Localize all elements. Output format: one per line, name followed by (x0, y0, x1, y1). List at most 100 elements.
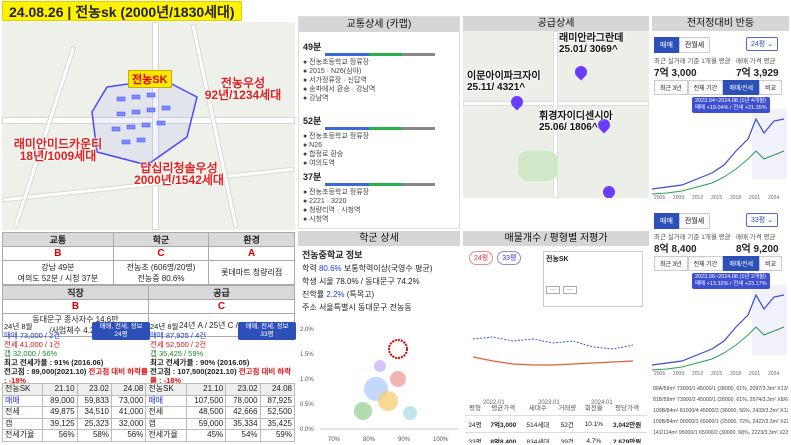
dashboard: 24.08.26 | 전농sk (2000년/1830세대) 전농SK 전농우성… (0, 0, 791, 445)
price-row-label: 전농SK (145, 383, 187, 396)
price-row-label: 전세 (145, 406, 187, 419)
range-tabs: 최근 3년 전체 기간 매매/전세 비교 (654, 256, 783, 271)
rebound-chart[interactable]: 2006 2009 2012 2015 2018 2021 2024 (652, 275, 789, 375)
school-address: 주소 서울특별시 동대문구 전농동 (302, 303, 412, 312)
range-tab[interactable]: 비교 (759, 80, 783, 95)
supply-pin[interactable] (572, 63, 590, 81)
route-step: ● 시청역 (303, 216, 329, 223)
supply-pin[interactable] (508, 93, 526, 111)
price-row: 매매 89,000 59,833 73,000 매매 107,500 78,000 87,92… (1, 394, 296, 407)
listing-cell: 8억8,400 (484, 432, 522, 443)
listing-chart[interactable]: 2022.01 2023.01 2024.01 (463, 309, 649, 409)
map-label-chungsol[interactable]: 답십리청솔우성 2000년/1542세대 (120, 162, 238, 186)
school-achievement: 학력 80.6% 보통학력이상(국영수 평균) (302, 262, 456, 275)
chip-33[interactable]: 33평 (497, 251, 522, 265)
listing-col-header: 평균가격 (484, 399, 522, 416)
price-cell: 35,425 (259, 417, 296, 430)
transaction-line: 80A/59m² 73000/1 45000/1 (28000, 61%, 20… (653, 386, 788, 392)
map-label-raemian[interactable]: 래미안미드카운티 18년/1009세대 (4, 138, 112, 162)
school-bubble[interactable] (403, 406, 417, 420)
year-tick: 2009 (673, 195, 684, 199)
rebound-chart[interactable]: 2006 2009 2012 2015 2018 2021 2024 (652, 99, 789, 199)
route-step: ● 청량리역 · 시청역 (303, 207, 361, 214)
grade-table: 교통 학군 환경 BCA 강남 49분 여의도 52분 / 시청 37분 전농초 (60… (2, 232, 295, 337)
price-cell: 59,833 (76, 394, 112, 407)
range-tab[interactable]: 매매/전세 (723, 256, 760, 271)
school-bubble[interactable] (354, 402, 372, 420)
price-row: 전세 49,875 34,510 41,000 전세 48,500 42,666 52,500 (1, 406, 296, 419)
rebound-header: 전저정대비 반등 (652, 16, 789, 31)
detail-line: 강남 49분 (41, 262, 75, 272)
listing-cell: 24평 (465, 415, 485, 433)
label-sub: 2000년/1542세대 (134, 173, 224, 187)
tab-rent[interactable]: 전월세 (678, 37, 711, 53)
price-row: 전농SK 21.10 23.02 24.08 전농SK 21.10 23.02 24.08 (1, 383, 296, 396)
pill-area: 33평 (260, 331, 274, 338)
legend-btn-1[interactable]: ··· (546, 286, 560, 294)
tab-sale[interactable]: 매매 (654, 213, 679, 229)
tab-rent[interactable]: 전월세 (678, 213, 711, 229)
supply-label-raemian[interactable]: 래미안라그란데 25.01/ 3069^ (559, 33, 623, 55)
grade-header-env: 환경 (208, 232, 295, 247)
transaction-line: 109B/84m² 90000/1 65000/1 (25000, 72%, 2… (653, 419, 788, 425)
chip-24[interactable]: 24평 (469, 251, 494, 265)
year-tick: 2018 (730, 195, 741, 199)
tab-sale[interactable]: 매매 (654, 37, 679, 53)
target-school-bubble[interactable] (388, 339, 408, 359)
transit-route[interactable]: 37분 ● 전농초등학교 정류장 ● 2221 · 3220 ● 청량리역 · 시청역… (303, 173, 457, 224)
area-select[interactable]: 33평 ⌄ (746, 213, 779, 227)
school-scatter[interactable]: 2.0% 1.5% 1.0% 0.5% 0.0% 70% 80% 90% 100… (298, 321, 460, 443)
stats-filter-button[interactable]: 매매, 전세, 정보 24평 (92, 322, 150, 340)
y-tick: 0.5% (300, 402, 314, 408)
range-tab[interactable]: 매매/전세 (723, 80, 760, 95)
range-tab[interactable]: 최근 3년 (654, 80, 688, 95)
map-label-woosung[interactable]: 전농우성 92년/1234세대 (198, 77, 288, 101)
listing-col-header: 거래량 (554, 399, 581, 416)
school-bubble[interactable] (390, 371, 406, 387)
school-students: 학생 시울 78.0% / 동대문구 74.2% (302, 277, 420, 286)
park-area (518, 151, 558, 181)
supply-map[interactable]: 래미안라그란데 25.01/ 3069^ 이문아이파크자이 25.11/ 4321^… (463, 31, 649, 198)
school-detail: 전농초 (606명/20명) 전농중 80.6% (112, 260, 210, 285)
school-bubble[interactable] (378, 391, 398, 411)
pill-area: 24평 (114, 331, 128, 338)
supply-label-hwigyeong[interactable]: 휘경자이디센시아 25.06/ 1806^ (539, 111, 613, 133)
location-map[interactable]: 전농SK 전농우성 92년/1234세대 래미안미드카운티 18년/1009세대… (2, 22, 295, 230)
transit-route[interactable]: 52분 ● 전농초등학교 정류장 ● N26 ● 합정로 환승 ● 여의도역 (303, 117, 457, 168)
school-bubble[interactable] (374, 360, 386, 372)
pill-text: 매매, 전세, 정보 (245, 323, 289, 330)
target-complex-label[interactable]: 전농SK (128, 70, 172, 88)
route-step: ● N26 (303, 142, 323, 149)
stats-peak-ratio: 최고 전세가율 : 91% (2016.06) (4, 358, 104, 367)
year-tick: 2018 (730, 371, 741, 375)
label-sub: 25.11/ 4321^ (467, 82, 526, 93)
range-tab[interactable]: 비교 (759, 256, 783, 271)
school-advance: 진학률 2.2% (특목고) (302, 288, 456, 301)
legend-btn-2[interactable]: ··· (563, 286, 577, 294)
grade-header-transit: 교통 (2, 232, 114, 247)
transit-route[interactable]: 49분 ● 전농초등학교 정류장 ● 2015 · N26(심야) ● 서가정류장 ·… (303, 43, 457, 103)
area-select[interactable]: 24평 ⌄ (746, 37, 779, 51)
route-time: 49분 (303, 42, 322, 52)
year-tick: 2006 (654, 195, 665, 199)
stats-peak: 전고점 : 89,000(2021.10) (4, 367, 87, 376)
transit-detail: 강남 49분 여의도 52분 / 시청 37분 (2, 260, 114, 285)
price-cell: 59,000 (185, 417, 227, 430)
x-tick: 80% (363, 437, 376, 443)
supply-header: 공급상세 (463, 16, 649, 31)
range-tab[interactable]: 전체 기간 (687, 256, 724, 271)
range-tab[interactable]: 전체 기간 (687, 80, 724, 95)
stats-filter-button[interactable]: 매매, 전세, 정보 33평 (238, 322, 296, 340)
supply-label-imun[interactable]: 이문아이파크자이 25.11/ 4321^ (467, 71, 541, 93)
supply-pin[interactable] (600, 183, 618, 198)
range-tab[interactable]: 최근 3년 (654, 256, 688, 271)
route-bar (325, 53, 435, 56)
transaction-line: 141/114m² 95000/1 65000/2 (30000, 68%, 2… (653, 430, 788, 436)
route-step: ● 2221 · 3220 (303, 198, 347, 205)
listing-panel: 매물개수 / 평형별 저평가 24평 33평 전농SK ··· ··· 2022… (463, 231, 649, 443)
price-cell: 42,666 (225, 406, 261, 419)
x-tick: 70% (328, 437, 341, 443)
grade-header-job: 직장 (2, 285, 149, 300)
listing-table: 평형 평균가격 세대수 거래량 회전율 평당가격 24평 7억3,000 514세대 52건 10.… (465, 399, 647, 443)
price-cell: 89,000 (42, 394, 78, 407)
